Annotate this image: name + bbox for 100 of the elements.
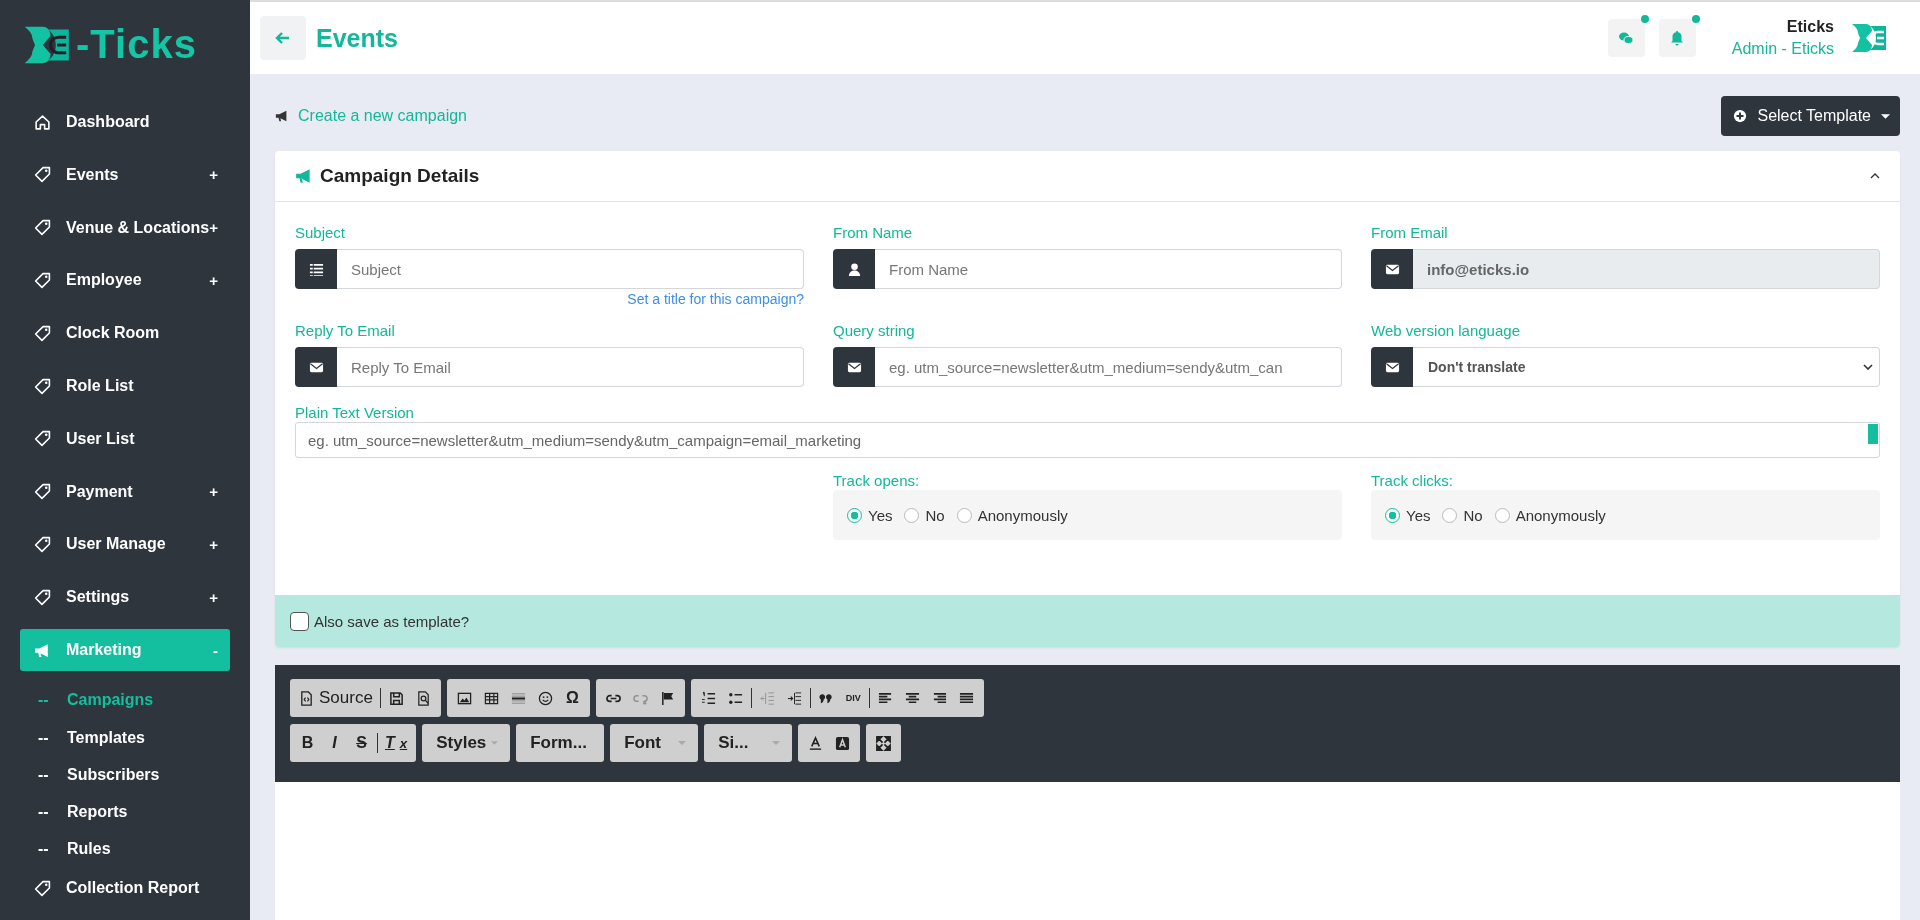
tag-icon — [34, 483, 51, 501]
select-template-button[interactable]: Select Template — [1721, 96, 1900, 136]
symbol-button[interactable]: Ω — [558, 682, 586, 714]
radio-option[interactable]: Yes — [1385, 506, 1431, 524]
radio-button[interactable] — [904, 507, 920, 523]
chat-icon — [1618, 30, 1635, 46]
radio-option[interactable]: Yes — [847, 506, 893, 524]
tag-icon — [34, 879, 51, 897]
radio-option[interactable]: Anonymously — [956, 506, 1068, 524]
expand-toggle[interactable]: + — [209, 166, 218, 184]
field-label: Plain Text Version — [295, 404, 414, 421]
card-title: Campaign Details — [320, 165, 480, 187]
expand-toggle[interactable]: + — [209, 483, 218, 501]
field-label: Subject — [295, 224, 347, 241]
sidebar-item[interactable]: Events + — [20, 154, 230, 196]
dropdown-button[interactable]: Form... — [520, 727, 601, 759]
radio-button[interactable] — [1442, 507, 1458, 523]
caret-icon — [1881, 113, 1890, 119]
radio-option[interactable]: Anonymously — [1494, 506, 1606, 524]
radio-button[interactable] — [847, 507, 862, 523]
tag-icon — [34, 219, 51, 237]
field-label: Reply To Email — [295, 322, 396, 339]
outdent-icon — [759, 690, 775, 706]
expand-toggle[interactable]: + — [209, 588, 218, 606]
strike-button[interactable]: S — [348, 727, 375, 759]
bold-button[interactable]: B — [294, 727, 321, 759]
megaphone-icon — [34, 641, 51, 659]
italic-button[interactable]: I — [321, 727, 348, 759]
expand-toggle[interactable]: + — [209, 272, 218, 289]
bell-icon — [1669, 30, 1686, 46]
submenu-item[interactable]: -- Subscribers — [0, 756, 250, 794]
checkbox-label: Also save as template? — [314, 612, 470, 630]
plain-text-area[interactable]: eg. utm_source=newsletter&utm_medium=sendy&utm_campaign=email_marketing — [295, 422, 1880, 458]
sidebar-item[interactable]: Venue & Locations+ — [20, 206, 230, 249]
field-label: Track opens: — [833, 472, 920, 489]
sidebar-item[interactable]: Clock Room — [20, 312, 230, 355]
plus-circle-icon — [1733, 109, 1748, 123]
dropdown-button[interactable]: Si... — [708, 727, 789, 759]
user-role: Admin - Eticks — [1731, 39, 1834, 59]
submenu-item[interactable]: -- Templates — [0, 719, 250, 757]
submenu-item[interactable]: -- Rules — [0, 830, 250, 868]
bullets-icon — [727, 690, 743, 706]
tag-icon — [34, 377, 51, 395]
list-icon — [308, 261, 324, 277]
tag-icon — [34, 430, 51, 448]
megaphone-icon — [275, 109, 289, 123]
sidebar-item[interactable]: Settings + — [20, 576, 230, 619]
checkbox[interactable] — [290, 611, 309, 631]
preview-icon — [415, 690, 431, 706]
person-icon — [846, 261, 862, 277]
radio-button[interactable] — [1494, 507, 1510, 523]
expand-toggle[interactable]: + — [209, 219, 218, 237]
table-icon — [483, 690, 499, 706]
input-field[interactable]: Subject — [337, 249, 804, 289]
input-field[interactable]: Reply To Email — [337, 347, 804, 387]
source-button[interactable]: Source — [294, 682, 378, 714]
tag-icon — [34, 588, 51, 606]
expand-toggle[interactable]: + — [209, 535, 218, 553]
megaphone-icon — [295, 167, 313, 185]
radio-option[interactable]: No — [1442, 506, 1483, 524]
div-button[interactable]: DIV — [839, 682, 867, 714]
radio-option[interactable]: No — [904, 506, 945, 524]
caret-icon — [491, 741, 499, 745]
flag-icon — [659, 690, 675, 706]
tag-icon — [34, 166, 51, 184]
collapse-caret-icon[interactable] — [1870, 173, 1880, 179]
caret-icon — [772, 741, 781, 745]
sidebar-item[interactable]: Employee + — [20, 259, 230, 302]
smiley-icon — [537, 690, 553, 706]
sidebar-item[interactable]: Collection Report — [20, 867, 230, 909]
ordered-icon — [700, 690, 716, 706]
submenu-item[interactable]: -- Campaigns — [0, 681, 250, 719]
dropdown-button[interactable]: Styles — [426, 727, 507, 759]
dropdown-button[interactable]: Font — [614, 727, 695, 759]
maximize-icon — [876, 735, 892, 751]
input-field[interactable]: From Name — [875, 249, 1342, 289]
chevron-down-icon — [1863, 364, 1873, 370]
submenu-item[interactable]: -- Reports — [0, 793, 250, 831]
radio-button[interactable] — [956, 507, 972, 523]
language-select[interactable]: Don't translate — [1413, 347, 1880, 387]
align-center-icon — [904, 690, 920, 706]
radio-button[interactable] — [1385, 507, 1400, 523]
sidebar-item[interactable]: Role List — [20, 365, 230, 407]
source-icon — [299, 690, 314, 706]
rule-icon — [510, 690, 526, 706]
text-color-icon — [808, 735, 824, 751]
sidebar-item[interactable]: Payment + — [20, 470, 230, 513]
align-right-icon — [931, 690, 947, 706]
caret-icon — [678, 741, 687, 745]
help-link[interactable]: Set a title for this campaign? — [627, 291, 804, 307]
save-icon — [388, 690, 404, 706]
field-label: Query string — [833, 322, 916, 339]
sidebar-item[interactable]: User List — [20, 418, 230, 460]
page-title: Events — [316, 23, 398, 53]
field-label: Track clicks: — [1371, 472, 1453, 489]
sidebar-item[interactable]: User Manage + — [20, 523, 230, 566]
field-label: Web version language — [1371, 322, 1521, 339]
sidebar-item[interactable]: Dashboard — [20, 101, 230, 143]
logo-text: -Ticks — [76, 22, 197, 68]
input-field[interactable]: eg. utm_source=newsletter&utm_medium=sendy&utm_can — [875, 347, 1342, 387]
